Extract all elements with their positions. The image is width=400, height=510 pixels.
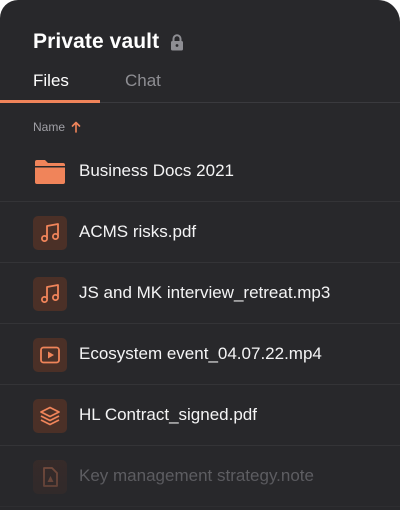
tab-bar: Files Chat — [0, 60, 400, 103]
file-list: Business Docs 2021 ACMS risks.pdf JS and… — [0, 141, 400, 507]
list-item[interactable]: HL Contract_signed.pdf — [0, 385, 400, 446]
list-item[interactable]: Business Docs 2021 — [0, 141, 400, 202]
private-vault-panel: Private vault Files Chat Name Business D… — [0, 0, 400, 510]
video-play-icon — [33, 338, 67, 372]
layers-icon — [33, 399, 67, 433]
file-name: HL Contract_signed.pdf — [79, 405, 257, 424]
file-name: Business Docs 2021 — [79, 161, 234, 180]
arrow-up-icon — [71, 121, 81, 133]
note-icon — [33, 460, 67, 494]
active-tab-indicator — [0, 100, 100, 103]
folder-icon — [33, 155, 67, 189]
list-item[interactable]: Key management strategy.note — [0, 446, 400, 507]
file-name: Ecosystem event_04.07.22.mp4 — [79, 344, 322, 363]
tab-files[interactable]: Files — [33, 71, 69, 91]
vault-header: Private vault — [33, 27, 185, 57]
file-name: Key management strategy.note — [79, 466, 314, 485]
page-title: Private vault — [33, 30, 160, 53]
list-item[interactable]: ACMS risks.pdf — [0, 202, 400, 263]
file-name: JS and MK interview_retreat.mp3 — [79, 283, 331, 302]
music-note-icon — [33, 216, 67, 250]
lock-icon — [169, 33, 185, 51]
file-name: ACMS risks.pdf — [79, 222, 197, 241]
list-item[interactable]: JS and MK interview_retreat.mp3 — [0, 263, 400, 324]
sort-label: Name — [33, 120, 66, 134]
sort-by-name-button[interactable]: Name — [33, 120, 81, 134]
music-note-icon — [33, 277, 67, 311]
list-item[interactable]: Ecosystem event_04.07.22.mp4 — [0, 324, 400, 385]
tab-chat[interactable]: Chat — [125, 71, 161, 91]
